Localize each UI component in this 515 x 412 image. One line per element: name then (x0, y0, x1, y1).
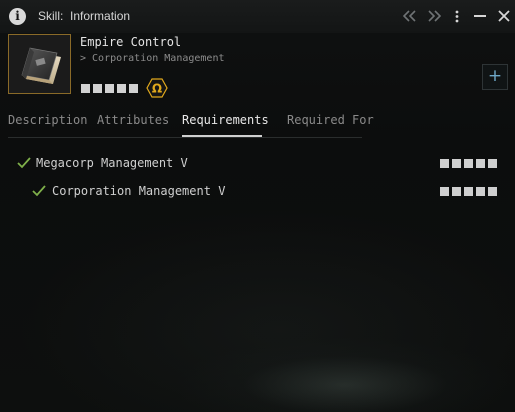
skill-level-indicator (81, 84, 138, 93)
level-box (452, 159, 461, 168)
tab-divider (8, 137, 362, 138)
requirement-name: Megacorp Management (36, 156, 174, 170)
omega-glyph: Ω (152, 82, 162, 96)
title-label: Information (70, 9, 131, 23)
requirement-level-indicator (440, 159, 497, 168)
tab-bar: Description Attributes Requirements Requ… (0, 110, 515, 140)
requirement-level: V (180, 156, 188, 170)
checkmark-icon (32, 185, 46, 197)
checkmark-icon (17, 157, 31, 169)
requirement-row[interactable]: Corporation Management V (0, 182, 515, 204)
active-tab-indicator (182, 135, 262, 137)
add-button[interactable]: + (482, 64, 508, 90)
tab-requirements[interactable]: Requirements (182, 113, 269, 127)
title-prefix: Skill: (38, 9, 64, 23)
level-box (476, 159, 485, 168)
level-box (93, 84, 102, 93)
title-bar[interactable]: i Skill: Information (0, 0, 515, 33)
back-icon[interactable] (402, 8, 418, 24)
menu-icon[interactable] (449, 8, 465, 24)
requirement-level: V (218, 184, 226, 198)
skillbook-icon (8, 34, 71, 94)
requirement-row[interactable]: Megacorp Management V (0, 154, 515, 176)
level-box (129, 84, 138, 93)
level-box (81, 84, 90, 93)
level-box (105, 84, 114, 93)
tab-required-for[interactable]: Required For (287, 113, 374, 127)
tab-attributes[interactable]: Attributes (97, 113, 169, 127)
level-box (488, 187, 497, 196)
level-box (464, 159, 473, 168)
requirement-level-indicator (440, 187, 497, 196)
level-box (117, 84, 126, 93)
window-title: Skill: Information (38, 9, 130, 23)
tab-description[interactable]: Description (8, 113, 87, 127)
forward-icon[interactable] (426, 8, 442, 24)
level-box (488, 159, 497, 168)
minimize-icon[interactable] (472, 8, 488, 24)
omega-icon[interactable]: Ω (146, 78, 168, 98)
info-icon[interactable]: i (9, 8, 26, 25)
close-icon[interactable] (496, 8, 512, 24)
requirement-name: Corporation Management (52, 184, 211, 198)
level-box (440, 159, 449, 168)
requirement-label[interactable]: Corporation Management V (52, 184, 225, 198)
level-box (452, 187, 461, 196)
skill-name: Empire Control (80, 35, 182, 49)
level-box (476, 187, 485, 196)
skill-group-link[interactable]: > Corporation Management (80, 53, 225, 64)
requirement-label[interactable]: Megacorp Management V (36, 156, 188, 170)
level-box (464, 187, 473, 196)
level-box (440, 187, 449, 196)
skill-info-window: i Skill: Information Empire Control > Co… (0, 0, 515, 412)
